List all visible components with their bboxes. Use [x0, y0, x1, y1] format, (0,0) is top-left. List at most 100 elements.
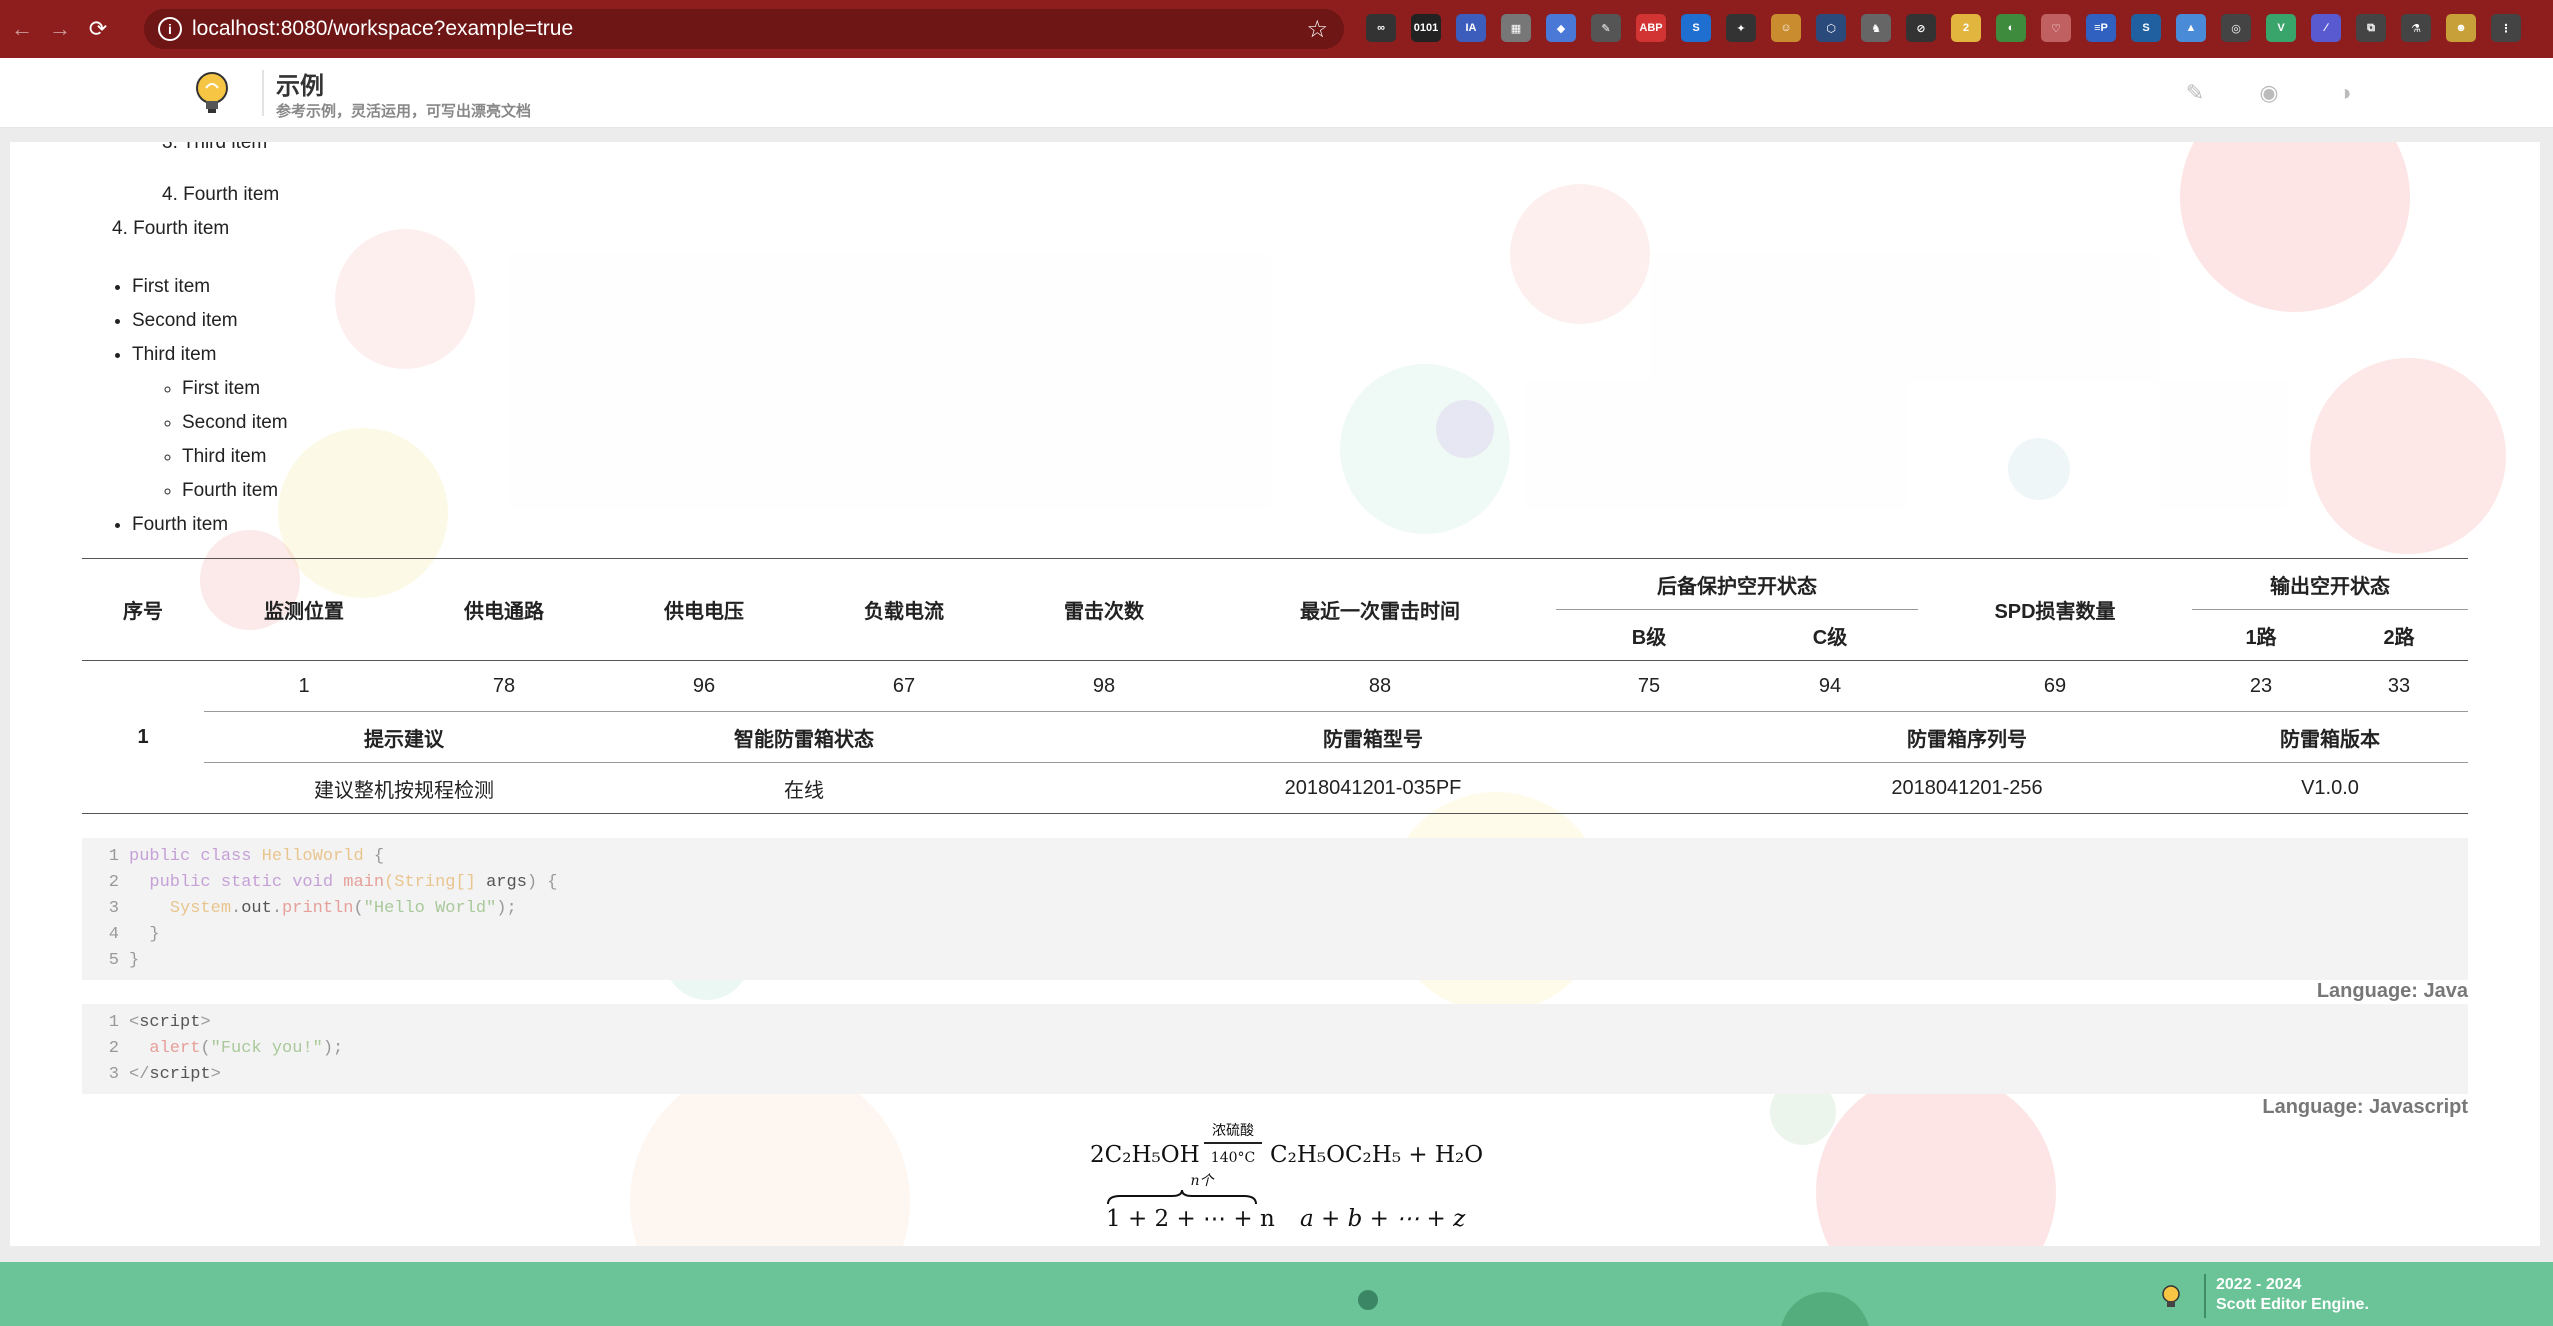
decorative-bubble: [1510, 184, 1650, 324]
javascript-code-block[interactable]: 1 <script> 2 alert("Fuck you!"); 3 </scrip…: [82, 1004, 2468, 1094]
code-token: (: [353, 899, 364, 918]
th-model: 防雷箱型号: [1323, 728, 1423, 751]
contrast-icon[interactable]: ◑: [2332, 80, 2358, 106]
lightbulb-logo-icon: [196, 72, 228, 113]
binary-ext-icon[interactable]: 0101: [1411, 14, 1441, 42]
ia-ext-icon[interactable]: IA: [1456, 14, 1486, 42]
th-version: 防雷箱版本: [2280, 728, 2380, 751]
td-voltage: 96: [692, 674, 716, 697]
code-line: 5}: [82, 948, 2468, 974]
chemical-equation-right: C₂H₅OC₂H₅ + H₂O: [1270, 1142, 1484, 1168]
browser-toolbar: ← → ⟳ i localhost:8080/workspace?example…: [0, 0, 2553, 58]
td-version: V1.0.0: [2301, 776, 2359, 799]
puzzle-ext-icon[interactable]: ⧉: [2356, 14, 2386, 42]
map-ext-icon[interactable]: ◐: [1996, 14, 2026, 42]
td-box-state: 在线: [784, 779, 824, 802]
overbrace-label: n个: [1190, 1173, 1214, 1189]
java-code-block[interactable]: 1 public class HelloWorld { 2 public stat…: [82, 838, 2468, 980]
th-class-b: B级: [1631, 626, 1667, 649]
th-voltage: 供电电压: [664, 601, 744, 623]
code-token: args: [486, 873, 527, 892]
code-line: 1 <script>: [82, 1010, 2468, 1036]
avatar-icon[interactable]: ☻: [2446, 14, 2476, 42]
star-ext-icon[interactable]: ✦: [1726, 14, 1756, 42]
extensions-bar: ∞ 0101 IA ▦ ◆ ✎ ABP S ✦ ☺ ⬡ ♞ ⊘ 2 ◐ ♡ ≡P S ▲ ◎ V ∕ ⧉ ⚗ ☻ ⋮: [1366, 14, 2536, 44]
hex-ext-icon[interactable]: ⬡: [1816, 14, 1846, 42]
footer-engine: Scott Editor Engine.: [2216, 1296, 2369, 1313]
heart-ext-icon[interactable]: ♡: [2041, 14, 2071, 42]
vue-ext-icon[interactable]: V: [2266, 14, 2296, 42]
app-header: 示例 参考示例，灵活运用，可写出漂亮文档 ✎ ◉ ◑: [0, 58, 2553, 128]
decorative-bubble: [2180, 142, 2410, 312]
site-info-icon[interactable]: i: [158, 17, 182, 41]
target-ext-icon[interactable]: ◎: [2221, 14, 2251, 42]
code-token: >: [200, 1013, 211, 1032]
code-token: >: [210, 1065, 221, 1084]
code-language-label: Language: Javascript: [2262, 1096, 2468, 1118]
code-token: </: [129, 1065, 150, 1084]
page-subtitle: 参考示例，灵活运用，可写出漂亮文档: [276, 103, 532, 120]
edit-icon[interactable]: ✎: [2182, 80, 2208, 106]
code-line: 1 public class HelloWorld {: [82, 844, 2468, 870]
td-spd-damage: 69: [2043, 674, 2067, 697]
th-circuit: 供电通路: [464, 601, 544, 623]
eye-icon[interactable]: ◉: [2256, 80, 2282, 106]
address-bar[interactable]: i localhost:8080/workspace?example=true …: [144, 9, 1344, 49]
forward-button[interactable]: →: [44, 13, 76, 45]
glasses-ext-icon[interactable]: ∞: [1366, 14, 1396, 42]
th-route-2: 2路: [2383, 626, 2415, 649]
ep-ext-icon[interactable]: ≡P: [2086, 14, 2116, 42]
back-button[interactable]: ←: [6, 13, 38, 45]
line-number: 2: [108, 1039, 119, 1058]
code-token: script: [139, 1013, 201, 1032]
bookmark-star-icon[interactable]: ☆: [1306, 15, 1328, 44]
td-last-strike: 88: [1368, 674, 1392, 697]
th-output-state: 输出空开状态: [2192, 558, 2468, 610]
th-current: 负载电流: [864, 601, 944, 623]
nested-list-item: Second item: [182, 406, 582, 440]
list-item: Third item: [132, 338, 532, 372]
footer-divider: [2204, 1274, 2206, 1318]
code-token: );: [322, 1039, 344, 1058]
code-token: System: [129, 899, 232, 918]
cloud-ext-icon[interactable]: ▲: [2176, 14, 2206, 42]
s-ext-icon[interactable]: S: [1681, 14, 1711, 42]
reload-button[interactable]: ⟳: [82, 13, 114, 45]
pencil-ext-icon[interactable]: ✎: [1591, 14, 1621, 42]
badge-ext-icon[interactable]: 2: [1951, 14, 1981, 42]
url-text: localhost:8080/workspace?example=true: [192, 17, 574, 40]
adblock-ext-icon[interactable]: ABP: [1636, 14, 1666, 42]
line-number: 1: [108, 847, 119, 866]
reaction-arrow: [1204, 1142, 1262, 1144]
slash-ext-icon[interactable]: ∕: [2311, 14, 2341, 42]
flask-ext-icon[interactable]: ⚗: [2401, 14, 2431, 42]
grid-ext-icon[interactable]: ▦: [1501, 14, 1531, 42]
th-route-1: 1路: [2245, 626, 2277, 649]
list-item: Fourth item: [132, 508, 532, 542]
th-last-strike: 最近一次雷击时间: [1300, 601, 1460, 623]
th-class-c: C级: [1812, 626, 1848, 649]
td-advice: 建议整机按规程检测: [314, 779, 494, 802]
diamond-ext-icon[interactable]: ◆: [1546, 14, 1576, 42]
nested-list-item: Third item: [182, 440, 582, 474]
code-token: .: [231, 899, 242, 918]
th-advice: 提示建议: [364, 728, 444, 751]
line-number: 2: [108, 873, 119, 892]
code-token: (String[]: [384, 873, 487, 892]
line-number: 3: [108, 1065, 119, 1084]
block-ext-icon[interactable]: ⊘: [1906, 14, 1936, 42]
s2-ext-icon[interactable]: S: [2131, 14, 2161, 42]
menu-icon[interactable]: ⋮: [2491, 14, 2521, 42]
alpha-expression: a + b + ⋯ + z: [1300, 1206, 1466, 1232]
list-item: 4. Fourth item: [162, 184, 280, 205]
cookie-ext-icon[interactable]: ☺: [1771, 14, 1801, 42]
page-title: 示例: [276, 73, 324, 100]
td-location: 1: [298, 674, 310, 697]
td-class-b: 75: [1637, 674, 1661, 697]
chess-ext-icon[interactable]: ♞: [1861, 14, 1891, 42]
app-footer: 2022 - 2024 Scott Editor Engine.: [0, 1262, 2553, 1326]
line-number: 5: [108, 951, 119, 970]
header-divider: [262, 70, 264, 116]
td-circuit: 78: [492, 674, 516, 697]
code-token: public class: [129, 847, 262, 866]
